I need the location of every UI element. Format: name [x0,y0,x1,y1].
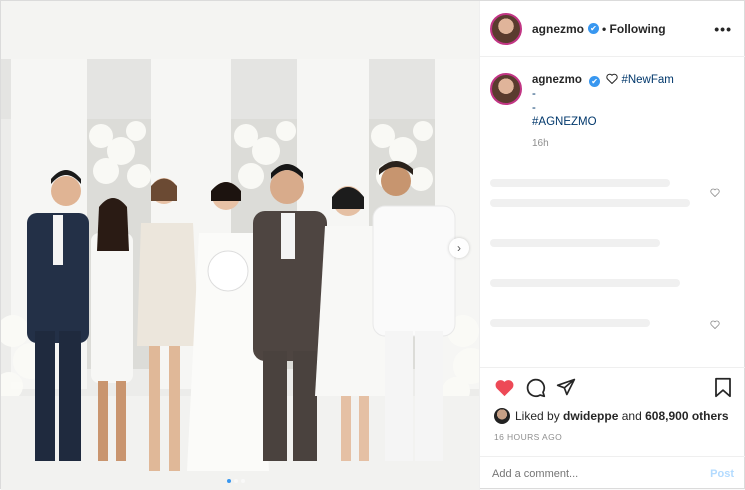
comments-area-blurred [486,169,736,359]
comment-input[interactable] [492,467,711,480]
bookmark-icon [715,377,731,397]
carousel-dot-active [227,479,231,483]
post-actions-area: Liked by dwideppe and 608,900 others 16 … [480,367,745,442]
verified-badge-icon: ✔ [589,76,601,87]
avatar[interactable] [490,12,522,45]
blurred-comment [490,179,670,187]
share-button[interactable] [556,377,576,397]
carousel-indicator [227,479,245,483]
comment-like-icon[interactable] [710,320,720,329]
header-username[interactable]: agnezmo [532,22,584,36]
action-bar [494,368,732,406]
heart-filled-icon [495,379,514,396]
like-button[interactable] [494,378,515,397]
add-comment-bar: Post [480,456,745,490]
caption-username[interactable]: agnezmo [532,74,582,86]
comment-like-icon[interactable] [710,188,720,197]
liker-avatar[interactable] [494,408,510,424]
likes-summary: Liked by dwideppe and 608,900 others [494,406,732,426]
post-photo[interactable]: › [1,1,479,490]
blurred-comment [490,279,680,287]
heart-outline-icon [606,73,618,85]
comment-button[interactable] [525,377,546,398]
caption-line-dash-1: - [532,88,536,100]
post-sidebar: agnezmo ✔ • Following ••• agnezmo ✔ #New… [479,1,745,490]
post-timestamp[interactable]: 16 HOURS AGO [494,432,732,442]
comment-icon [526,378,546,397]
carousel-dot [241,479,245,483]
wedding-photo-illustration [1,1,479,490]
liker-username[interactable]: dwideppe [563,409,618,423]
post-comment-button[interactable]: Post [710,468,734,480]
likes-count[interactable]: 608,900 others [645,409,728,423]
hashtag-newfam[interactable]: #NewFam [621,74,673,86]
carousel-next-button[interactable]: › [449,238,469,258]
instagram-post: › agnezmo ✔ • Following ••• agnezmo ✔ #N… [0,0,745,490]
blurred-comment [490,199,690,207]
post-caption: agnezmo ✔ #NewFam - - #AGNEZMO 16h [490,73,736,151]
following-status[interactable]: • Following [602,22,666,36]
caption-line-dash-2: - [532,102,536,114]
save-button[interactable] [714,377,732,398]
verified-badge-icon: ✔ [588,23,600,34]
caption-age: 16h [532,138,549,149]
share-icon [556,378,576,396]
chevron-right-icon: › [457,241,461,255]
carousel-dot [234,479,238,483]
blurred-comment [490,239,660,247]
likes-prefix: Liked by [515,409,560,423]
more-options-icon[interactable]: ••• [714,21,732,37]
caption-avatar[interactable] [490,73,522,105]
likes-middle: and [621,409,642,423]
post-header: agnezmo ✔ • Following ••• [480,1,745,57]
blurred-comment [490,319,650,327]
hashtag-agnezmo[interactable]: #AGNEZMO [532,115,674,129]
